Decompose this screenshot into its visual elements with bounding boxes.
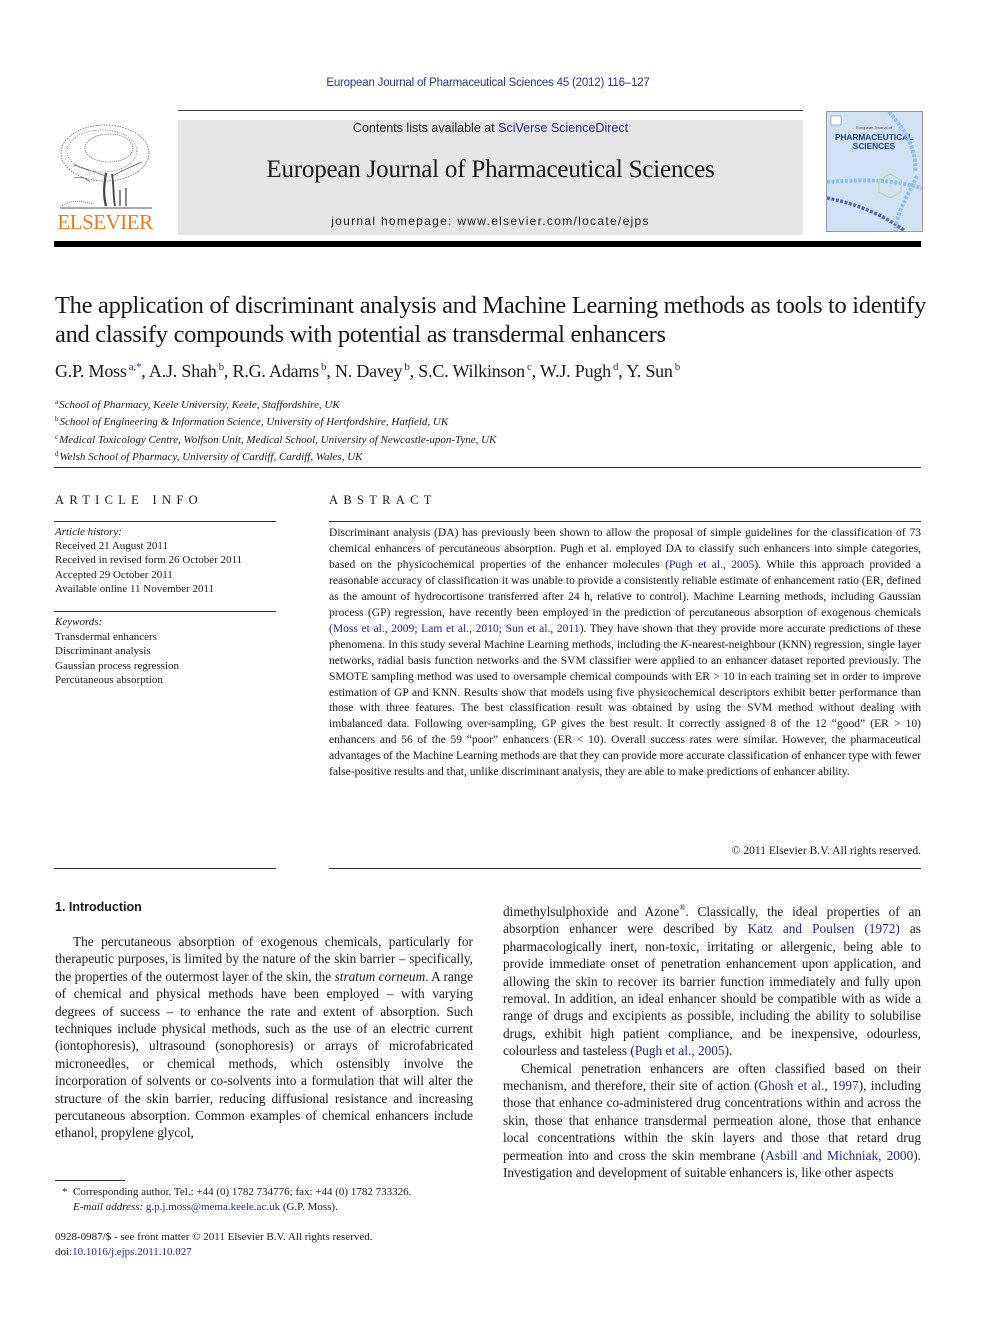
author-affiliation-link[interactable]: d bbox=[613, 361, 619, 373]
abstract-heading: ABSTRACT bbox=[329, 493, 437, 507]
email-link[interactable]: g.p.j.moss@mema.keele.ac.uk bbox=[146, 1201, 280, 1213]
affiliation-text: Medical Toxicology Centre, Wolfson Unit,… bbox=[59, 433, 497, 446]
contents-line: Contents lists available at SciVerse Sci… bbox=[178, 121, 803, 135]
keyword-item: Gaussian process regression bbox=[55, 659, 180, 672]
keywords: Keywords: Transdermal enhancers Discrimi… bbox=[55, 615, 285, 688]
cover-title-line2: SCIENCES bbox=[853, 141, 896, 151]
contents-prefix: Contents lists available at bbox=[352, 121, 499, 135]
author-name: W.J. Pugh bbox=[539, 361, 611, 381]
text-run: -nearest-neighbour (KNN) regression, sin… bbox=[329, 638, 922, 779]
article-title: The application of discriminant analysis… bbox=[55, 292, 927, 348]
affiliation-text: School of Pharmacy, Keele University, Ke… bbox=[59, 399, 340, 411]
author-name: G.P. Moss bbox=[55, 361, 127, 381]
history-item: Received in revised form 26 October 2011 bbox=[55, 554, 243, 567]
author-name: A.J. Shah bbox=[148, 361, 217, 381]
footnote-rule bbox=[55, 1180, 125, 1181]
abstract-rule bbox=[329, 521, 921, 522]
affiliations: aSchool of Pharmacy, Keele University, K… bbox=[55, 395, 935, 464]
corresponding-text: Corresponding author. Tel.: +44 (0) 1782… bbox=[73, 1186, 412, 1198]
article-info-heading: ARTICLE INFO bbox=[55, 493, 203, 507]
citation-link[interactable]: Moss et al., 2009; Lam et al., 2010; Sun… bbox=[333, 623, 580, 635]
doi-prefix: doi: bbox=[55, 1246, 73, 1258]
keywords-label: Keywords: bbox=[55, 616, 103, 628]
text-run: ). bbox=[724, 1043, 733, 1059]
keyword-item: Percutaneous absorption bbox=[55, 674, 163, 686]
affiliation-rule bbox=[54, 467, 921, 468]
history-label: Article history: bbox=[55, 526, 122, 538]
journal-cover-image[interactable]: European Journal of PHARMACEUTICAL SCIEN… bbox=[826, 111, 923, 232]
sciencedirect-link[interactable]: SciVerse ScienceDirect bbox=[498, 121, 628, 135]
text-run: as pharmacologically inert, non-toxic, i… bbox=[503, 921, 921, 1059]
author-affiliation-link[interactable]: b bbox=[675, 361, 681, 373]
citation-link[interactable]: Pugh et al., 2005 bbox=[669, 559, 754, 571]
citation-link[interactable]: Ghosh et al., 1997 bbox=[759, 1078, 859, 1093]
article-info-bottom-rule bbox=[54, 868, 276, 869]
keyword-item: Discriminant analysis bbox=[55, 645, 151, 657]
affiliation-text: School of Engineering & Information Scie… bbox=[59, 416, 449, 429]
italic-text: stratum corneum bbox=[334, 968, 426, 984]
author-name: R.G. Adams bbox=[232, 361, 320, 381]
email-label: E-mail address: bbox=[73, 1201, 144, 1213]
footnote-marker: * bbox=[62, 1186, 68, 1198]
affiliation-text: Welsh School of Pharmacy, University of … bbox=[59, 450, 363, 463]
running-head[interactable]: European Journal of Pharmaceutical Scien… bbox=[0, 77, 976, 89]
abstract-copyright: © 2011 Elsevier B.V. All rights reserved… bbox=[731, 845, 921, 857]
citation-link[interactable]: Asbill and Michniak, 2000 bbox=[765, 1148, 913, 1163]
doi-link[interactable]: 10.1016/j.ejps.2011.10.027 bbox=[72, 1246, 192, 1258]
text-run: . A range of chemical and physical meth­… bbox=[55, 968, 473, 1141]
corresponding-author-footnote: * Corresponding author. Tel.: +44 (0) 17… bbox=[62, 1185, 482, 1215]
paragraph: Chemical penetration enhancers are often… bbox=[503, 1060, 921, 1182]
journal-homepage-link[interactable]: journal homepage: www.elsevier.com/locat… bbox=[178, 214, 803, 228]
front-matter-text: 0928-0987/$ - see front matter © 2011 El… bbox=[55, 1231, 373, 1243]
affiliation-item: dWelsh School of Pharmacy, University of… bbox=[55, 447, 935, 464]
author-name: Y. Sun bbox=[626, 361, 673, 381]
email-suffix: (G.P. Moss). bbox=[282, 1201, 338, 1213]
history-item: Available online 11 November 2011 bbox=[55, 582, 215, 595]
cover-small-line: European Journal of bbox=[856, 125, 893, 130]
elsevier-wordmark[interactable]: ELSEVIER bbox=[54, 210, 156, 235]
affiliation-key: c bbox=[55, 432, 59, 441]
abstract-bottom-rule bbox=[329, 868, 921, 869]
keywords-rule bbox=[54, 611, 276, 612]
affiliation-key: d bbox=[55, 449, 59, 458]
article-info-rule bbox=[54, 521, 276, 522]
front-matter: 0928-0987/$ - see front matter © 2011 El… bbox=[55, 1230, 475, 1260]
history-item: Accepted 29 October 2011 bbox=[55, 568, 173, 581]
body-column-left: The percutaneous absorption of exogenous… bbox=[55, 933, 473, 1142]
author-affiliation-link[interactable]: a,* bbox=[129, 361, 142, 373]
author-name: S.C. Wilkinson bbox=[418, 361, 525, 381]
cover-artwork-icon: European Journal of PHARMACEUTICAL SCIEN… bbox=[827, 112, 922, 231]
citation-link[interactable]: Pugh et al., 2005 bbox=[635, 1043, 725, 1058]
keyword-item: Transdermal enhancers bbox=[55, 630, 157, 643]
author-name: N. Davey bbox=[334, 361, 403, 381]
affiliation-key: b bbox=[55, 415, 59, 424]
history-item: Received 21 August 2011 bbox=[55, 540, 168, 553]
affiliation-item: bSchool of Engineering & Information Sci… bbox=[55, 412, 935, 429]
citation-link[interactable]: Katz and Poulsen (1972) bbox=[748, 921, 900, 936]
affiliation-item: aSchool of Pharmacy, Keele University, K… bbox=[55, 395, 935, 412]
abstract-text: Discriminant analysis (DA) has previousl… bbox=[329, 526, 921, 781]
author-affiliation-link[interactable]: b bbox=[321, 361, 327, 373]
masthead-top-rule bbox=[178, 110, 803, 111]
journal-title: European Journal of Pharmaceutical Scien… bbox=[266, 156, 715, 183]
affiliation-item: cMedical Toxicology Centre, Wolfson Unit… bbox=[55, 430, 935, 447]
article-history: Article history: Received 21 August 2011… bbox=[55, 525, 285, 596]
author-affiliation-link[interactable]: b bbox=[404, 361, 410, 373]
section-heading-introduction: 1. Introduction bbox=[55, 900, 142, 914]
paragraph: The percutaneous absorption of exogenous… bbox=[55, 933, 473, 1142]
masthead-thick-rule bbox=[54, 241, 921, 247]
body-column-right: dimethylsulphoxide and Azone®. Classical… bbox=[503, 899, 921, 1182]
paragraph: dimethylsulphoxide and Azone®. Classical… bbox=[503, 899, 921, 1060]
author-list: G.P. Moss a,*, A.J. Shah b, R.G. Adams b, N… bbox=[55, 361, 681, 381]
affiliation-key: a bbox=[55, 398, 59, 406]
text-run: dimethylsulphoxide and Azone bbox=[503, 904, 680, 919]
author-affiliation-link[interactable]: b bbox=[219, 361, 225, 373]
author-affiliation-link[interactable]: c bbox=[527, 361, 532, 373]
